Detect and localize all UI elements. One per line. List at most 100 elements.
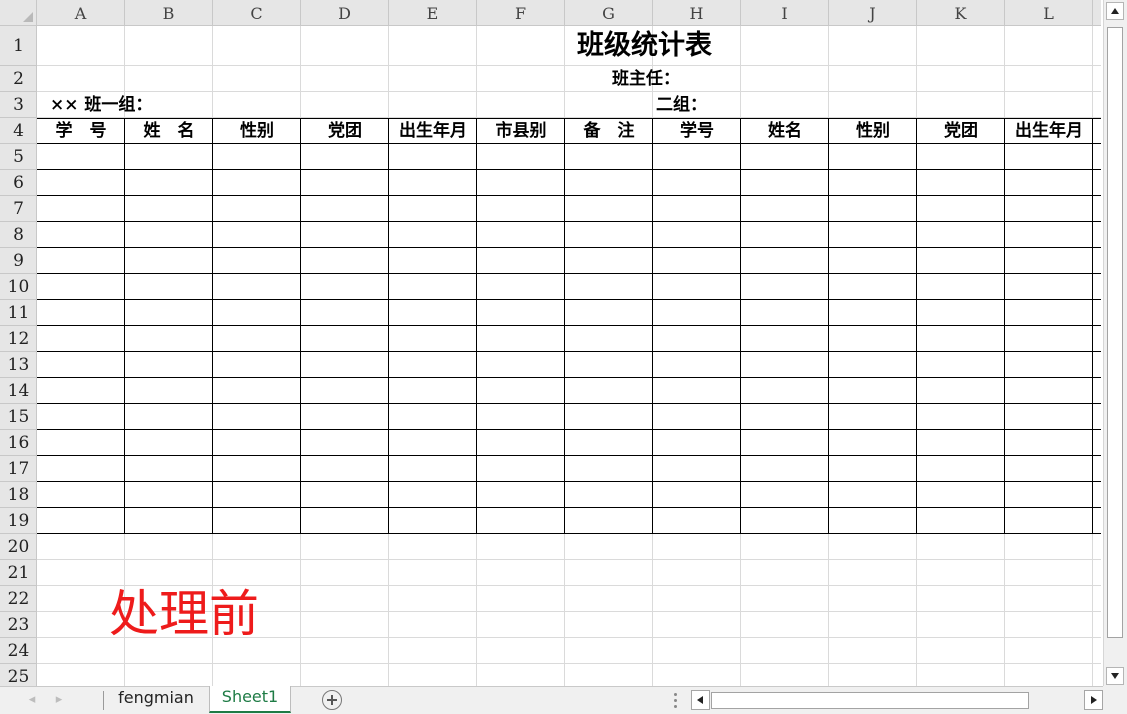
column-header-b[interactable]: B bbox=[125, 0, 213, 26]
column-header-g[interactable]: G bbox=[565, 0, 653, 26]
table-border-horizontal bbox=[37, 169, 1101, 170]
header-cell-i4[interactable]: 姓名 bbox=[741, 118, 829, 144]
scroll-left-button[interactable] bbox=[691, 690, 710, 710]
row-header-5[interactable]: 5 bbox=[0, 144, 37, 170]
table-border-horizontal bbox=[37, 481, 1101, 482]
select-all-triangle-icon bbox=[23, 12, 33, 22]
gridline-horizontal bbox=[37, 663, 1101, 664]
table-border-horizontal bbox=[37, 325, 1101, 326]
gridline-horizontal bbox=[37, 91, 1101, 92]
table-border-horizontal bbox=[37, 273, 1101, 274]
header-cell-k4[interactable]: 党团 bbox=[917, 118, 1005, 144]
row-header-1[interactable]: 1 bbox=[0, 26, 37, 66]
vertical-scroll-thumb[interactable] bbox=[1107, 27, 1123, 638]
column-header-c[interactable]: C bbox=[213, 0, 301, 26]
row-header-22[interactable]: 22 bbox=[0, 586, 37, 612]
row-header-20[interactable]: 20 bbox=[0, 534, 37, 560]
header-cell-j4[interactable]: 性别 bbox=[829, 118, 917, 144]
header-cell-d4[interactable]: 党团 bbox=[301, 118, 389, 144]
table-border-horizontal bbox=[37, 118, 1101, 119]
scroll-corner bbox=[1103, 686, 1127, 714]
table-border-vertical bbox=[1004, 118, 1005, 534]
table-border-horizontal bbox=[37, 455, 1101, 456]
table-border-horizontal bbox=[37, 351, 1101, 352]
next-sheet-icon[interactable]: ▸ bbox=[51, 691, 67, 709]
table-border-vertical bbox=[124, 118, 125, 534]
group2-label-cell[interactable]: 二组： bbox=[656, 92, 707, 118]
row-header-9[interactable]: 9 bbox=[0, 248, 37, 274]
column-header-l[interactable]: L bbox=[1005, 0, 1093, 26]
add-sheet-icon[interactable] bbox=[322, 690, 342, 710]
row-header-3[interactable]: 3 bbox=[0, 92, 37, 118]
scroll-down-button[interactable] bbox=[1106, 667, 1124, 685]
row-header-8[interactable]: 8 bbox=[0, 222, 37, 248]
row-header-12[interactable]: 12 bbox=[0, 326, 37, 352]
column-header-k[interactable]: K bbox=[917, 0, 1005, 26]
gridline-horizontal bbox=[37, 559, 1101, 560]
select-all-button[interactable] bbox=[0, 0, 37, 26]
table-border-vertical bbox=[652, 118, 653, 534]
row-header-23[interactable]: 23 bbox=[0, 612, 37, 638]
overlay-annotation-text: 处理前 bbox=[109, 585, 259, 643]
row-header-13[interactable]: 13 bbox=[0, 352, 37, 378]
row-header-16[interactable]: 16 bbox=[0, 430, 37, 456]
header-cell-e4[interactable]: 出生年月 bbox=[389, 118, 477, 144]
header-cell-b4[interactable]: 姓 名 bbox=[125, 118, 213, 144]
horizontal-scrollbar[interactable] bbox=[691, 690, 1103, 711]
row-header-21[interactable]: 21 bbox=[0, 560, 37, 586]
arrow-right-icon bbox=[1091, 696, 1097, 704]
table-border-horizontal bbox=[37, 221, 1101, 222]
row-header-6[interactable]: 6 bbox=[0, 170, 37, 196]
table-border-vertical bbox=[828, 118, 829, 534]
column-header-bar: ABCDEFGHIJKL bbox=[37, 0, 1101, 26]
table-border-horizontal bbox=[37, 143, 1101, 144]
table-border-horizontal bbox=[37, 507, 1101, 508]
row-header-2[interactable]: 2 bbox=[0, 66, 37, 92]
row-header-11[interactable]: 11 bbox=[0, 300, 37, 326]
row-header-7[interactable]: 7 bbox=[0, 196, 37, 222]
tab-split-handle-icon[interactable] bbox=[673, 693, 677, 709]
table-border-horizontal bbox=[37, 195, 1101, 196]
gridline-horizontal bbox=[37, 65, 1101, 66]
header-cell-f4[interactable]: 市县别 bbox=[477, 118, 565, 144]
column-header-d[interactable]: D bbox=[301, 0, 389, 26]
row-header-19[interactable]: 19 bbox=[0, 508, 37, 534]
table-border-horizontal bbox=[37, 247, 1101, 248]
tab-sheet1[interactable]: Sheet1 bbox=[209, 686, 291, 713]
horizontal-scroll-thumb[interactable] bbox=[711, 692, 1029, 709]
header-cell-a4[interactable]: 学 号 bbox=[37, 118, 125, 144]
scroll-up-button[interactable] bbox=[1106, 2, 1124, 20]
table-border-horizontal bbox=[37, 533, 1101, 534]
column-header-e[interactable]: E bbox=[389, 0, 477, 26]
row-header-10[interactable]: 10 bbox=[0, 274, 37, 300]
header-cell-h4[interactable]: 学号 bbox=[653, 118, 741, 144]
table-border-vertical bbox=[300, 118, 301, 534]
vertical-scrollbar[interactable] bbox=[1103, 0, 1127, 686]
row-header-17[interactable]: 17 bbox=[0, 456, 37, 482]
head-teacher-cell[interactable]: 班主任： bbox=[612, 66, 680, 92]
header-cell-c4[interactable]: 性别 bbox=[213, 118, 301, 144]
header-cell-g4[interactable]: 备 注 bbox=[565, 118, 653, 144]
table-border-vertical bbox=[916, 118, 917, 534]
row-header-4[interactable]: 4 bbox=[0, 118, 37, 144]
prev-sheet-icon[interactable]: ◂ bbox=[24, 691, 40, 709]
row-header-14[interactable]: 14 bbox=[0, 378, 37, 404]
spreadsheet-app: ABCDEFGHIJKL 1 2 3 4 5 6 7 8 9 10 11 12 13 14 15 16 17 18… bbox=[0, 0, 1127, 714]
column-header-f[interactable]: F bbox=[477, 0, 565, 26]
table-border-horizontal bbox=[37, 299, 1101, 300]
row-header-18[interactable]: 18 bbox=[0, 482, 37, 508]
column-header-h[interactable]: H bbox=[653, 0, 741, 26]
title-cell[interactable]: 班级统计表 bbox=[577, 26, 712, 66]
scroll-right-button[interactable] bbox=[1084, 690, 1103, 710]
group1-label-cell[interactable]: ×× 班一组： bbox=[50, 92, 152, 118]
table-border-vertical bbox=[564, 118, 565, 534]
row-header-15[interactable]: 15 bbox=[0, 404, 37, 430]
table-border-vertical bbox=[740, 118, 741, 534]
table-border-vertical bbox=[388, 118, 389, 534]
header-cell-l4[interactable]: 出生年月 bbox=[1005, 118, 1093, 144]
column-header-i[interactable]: I bbox=[741, 0, 829, 26]
row-header-24[interactable]: 24 bbox=[0, 638, 37, 664]
column-header-j[interactable]: J bbox=[829, 0, 917, 26]
tab-fengmian[interactable]: fengmian bbox=[104, 687, 208, 713]
column-header-a[interactable]: A bbox=[37, 0, 125, 26]
